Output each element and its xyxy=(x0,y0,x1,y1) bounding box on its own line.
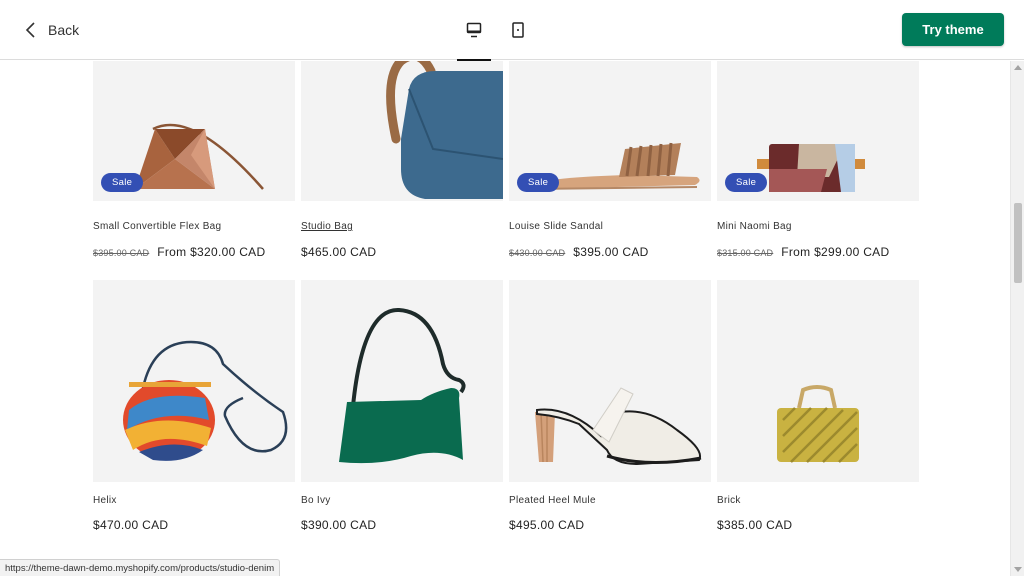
sale-badge: Sale xyxy=(725,173,768,192)
mobile-view-toggle[interactable] xyxy=(501,0,535,60)
sale-price: From $299.00 CAD xyxy=(781,245,890,259)
sale-price: $395.00 CAD xyxy=(573,245,649,259)
product-price-row: $495.00 CAD xyxy=(509,518,584,532)
product-title[interactable]: Small Convertible Flex Bag xyxy=(93,221,221,232)
product-image[interactable] xyxy=(509,280,711,482)
scroll-down-arrow-icon[interactable] xyxy=(1014,567,1022,572)
product-title[interactable]: Pleated Heel Mule xyxy=(509,495,596,506)
mobile-icon xyxy=(512,22,524,38)
desktop-icon xyxy=(466,22,482,38)
original-price: $315.00 CAD xyxy=(717,248,774,258)
product-price-row: $395.00 CAD From $320.00 CAD xyxy=(93,245,265,259)
product-image[interactable] xyxy=(93,280,295,482)
back-button[interactable]: Back xyxy=(24,18,79,42)
product-title[interactable]: Louise Slide Sandal xyxy=(509,221,603,232)
product-title[interactable]: Brick xyxy=(717,495,741,506)
price: $390.00 CAD xyxy=(301,518,377,532)
sale-badge: Sale xyxy=(517,173,560,192)
scroll-thumb[interactable] xyxy=(1014,203,1022,283)
studio-bag-image xyxy=(386,61,503,199)
product-image[interactable]: Sale xyxy=(717,61,919,201)
product-grid: Sale Small Convertible Flex Bag $395.00 … xyxy=(0,61,1010,576)
chevron-left-icon xyxy=(25,22,35,38)
price: $470.00 CAD xyxy=(93,518,169,532)
desktop-view-toggle[interactable] xyxy=(457,0,491,61)
price: $385.00 CAD xyxy=(717,518,793,532)
product-price-row: $390.00 CAD xyxy=(301,518,376,532)
product-image[interactable] xyxy=(717,280,919,482)
original-price: $395.00 CAD xyxy=(93,248,150,258)
product-price-row: $385.00 CAD xyxy=(717,518,792,532)
back-label: Back xyxy=(48,22,80,38)
sale-price: From $320.00 CAD xyxy=(157,245,266,259)
product-title[interactable]: Bo Ivy xyxy=(301,495,331,506)
price: $495.00 CAD xyxy=(509,518,585,532)
product-price-row: $315.00 CAD From $299.00 CAD xyxy=(717,245,889,259)
status-bar-url: https://theme-dawn-demo.myshopify.com/pr… xyxy=(0,559,281,576)
product-image[interactable] xyxy=(301,61,503,201)
product-image[interactable]: Sale xyxy=(509,61,711,201)
price: $465.00 CAD xyxy=(301,245,377,259)
page-scrollbar[interactable] xyxy=(1010,61,1024,576)
heel-mule-image xyxy=(535,387,702,466)
product-price-row: $470.00 CAD xyxy=(93,518,168,532)
product-title[interactable]: Helix xyxy=(93,495,117,506)
bo-ivy-bag-image xyxy=(339,307,466,464)
try-theme-button[interactable]: Try theme xyxy=(902,13,1004,46)
product-price-row: $465.00 CAD xyxy=(301,245,376,259)
sale-badge: Sale xyxy=(101,173,144,192)
product-image[interactable]: Sale xyxy=(93,61,295,201)
product-image[interactable] xyxy=(301,280,503,482)
product-title[interactable]: Studio Bag xyxy=(301,221,353,232)
product-price-row: $430.00 CAD $395.00 CAD xyxy=(509,245,649,259)
brick-bag-image xyxy=(777,385,859,463)
top-bar: Back Try theme xyxy=(0,0,1024,61)
product-title[interactable]: Mini Naomi Bag xyxy=(717,221,792,232)
helix-bag-image xyxy=(123,340,288,461)
scroll-up-arrow-icon[interactable] xyxy=(1014,65,1022,70)
original-price: $430.00 CAD xyxy=(509,248,566,258)
